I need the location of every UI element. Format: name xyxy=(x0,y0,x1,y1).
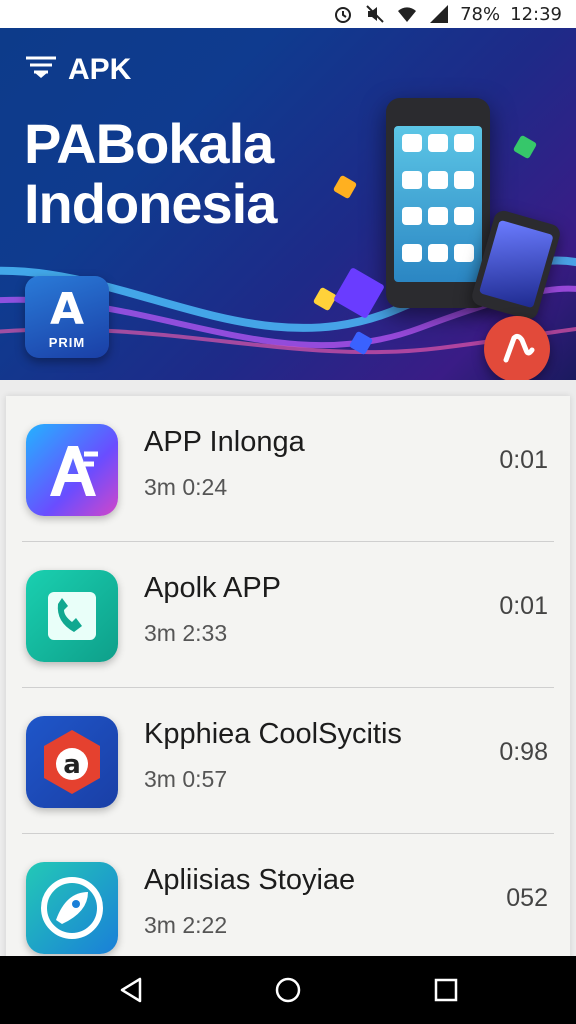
rocket-bubble-icon xyxy=(26,862,118,954)
banner-title: PABokala Indonesia xyxy=(24,112,277,235)
apk-logo-icon xyxy=(24,52,58,88)
mute-icon xyxy=(364,3,386,25)
back-icon[interactable] xyxy=(118,976,146,1004)
app-title: APP Inlonga xyxy=(144,426,305,458)
app-store-badge[interactable]: A PRIM xyxy=(25,276,109,358)
app-time: 0:98 xyxy=(499,738,548,766)
phone-call-icon xyxy=(26,570,118,662)
app-subtitle: 3m 2:33 xyxy=(144,620,228,646)
alarm-icon xyxy=(332,3,354,25)
battery-level: 78% xyxy=(460,3,501,25)
svg-text:a: a xyxy=(63,750,81,780)
decor-cube xyxy=(512,134,538,160)
app-subtitle: 3m 2:22 xyxy=(144,912,228,938)
app-title: Kpphiea CoolSycitis xyxy=(144,718,402,750)
badge-logo-icon: A xyxy=(49,284,85,335)
wifi-icon xyxy=(396,3,418,25)
decor-cube xyxy=(332,174,358,200)
phone-illustration xyxy=(386,98,490,308)
promo-banner[interactable]: APK PABokala Indonesia A PRIM xyxy=(0,28,576,380)
home-icon[interactable] xyxy=(274,976,302,1004)
list-item[interactable]: Apolk APP 3m 2:33 0:01 xyxy=(6,542,570,688)
app-title: Apolk APP xyxy=(144,572,282,604)
brand-logo: APK xyxy=(24,52,131,88)
signal-icon xyxy=(428,3,450,25)
app-list: APP Inlonga 3m 0:24 0:01 Apolk APP 3m 2:… xyxy=(6,396,570,996)
app-time: 0:01 xyxy=(499,446,548,474)
app-title: Apliisias Stoyiae xyxy=(144,864,356,896)
app-subtitle: 3m 0:57 xyxy=(144,766,228,792)
navigation-bar xyxy=(0,956,576,1024)
app-time: 0:01 xyxy=(499,592,548,620)
list-item[interactable]: APP Inlonga 3m 0:24 0:01 xyxy=(6,396,570,542)
app-subtitle: 3m 0:24 xyxy=(144,474,228,500)
status-bar: 78% 12:39 xyxy=(0,0,576,28)
app-letter-a-icon xyxy=(26,424,118,516)
brand-name: APK xyxy=(68,53,132,86)
floating-action-button[interactable] xyxy=(484,316,550,380)
hexagon-a-icon: a xyxy=(26,716,118,808)
app-time: 052 xyxy=(506,884,548,912)
clock: 12:39 xyxy=(510,3,562,25)
badge-label: PRIM xyxy=(48,335,86,350)
list-item[interactable]: a Kpphiea CoolSycitis 3m 0:57 0:98 xyxy=(6,688,570,834)
recents-icon[interactable] xyxy=(432,976,460,1004)
